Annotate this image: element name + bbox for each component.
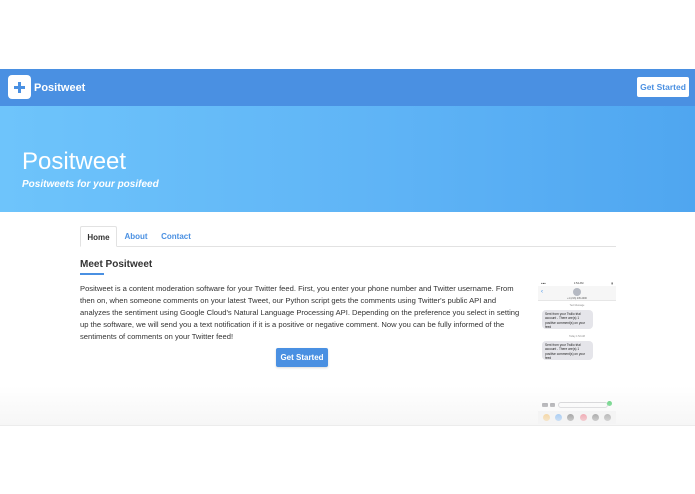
get-started-nav-button[interactable]: Get Started bbox=[637, 77, 689, 97]
tab-home[interactable]: Home bbox=[80, 226, 117, 247]
hero-banner: Positweet Positweets for your posifeed bbox=[0, 106, 695, 212]
description-text: Positweet is a content moderation softwa… bbox=[80, 284, 520, 341]
tab-contact[interactable]: Contact bbox=[155, 226, 197, 247]
page-fade bbox=[0, 386, 695, 426]
message-bubble: Sent from your Twilio trial account - Th… bbox=[542, 341, 593, 360]
message-timestamp: Today 1:52 AM bbox=[569, 335, 585, 338]
navbar: Positweet Get Started bbox=[0, 69, 695, 106]
phone-header: ‹ +1 (213) 245-4000 bbox=[538, 286, 616, 301]
title-underline bbox=[80, 273, 104, 275]
phone-contact: +1 (213) 245-4000 bbox=[567, 297, 587, 300]
message-timestamp: Text Message bbox=[569, 304, 585, 307]
section-title: Meet Positweet bbox=[80, 259, 153, 270]
tab-about[interactable]: About bbox=[119, 226, 153, 247]
divider bbox=[0, 425, 695, 426]
plus-icon[interactable] bbox=[8, 75, 31, 99]
tab-bar: Home About Contact bbox=[80, 226, 616, 247]
avatar bbox=[573, 288, 581, 296]
brand-name[interactable]: Positweet bbox=[34, 81, 85, 95]
hero-title: Positweet bbox=[22, 148, 127, 175]
hero-subtitle: Positweets for your posifeed bbox=[22, 179, 159, 190]
message-bubble: Sent from your Twilio trial account - Th… bbox=[542, 310, 593, 329]
chevron-left-icon: ‹ bbox=[541, 289, 543, 295]
get-started-button[interactable]: Get Started bbox=[276, 348, 328, 367]
